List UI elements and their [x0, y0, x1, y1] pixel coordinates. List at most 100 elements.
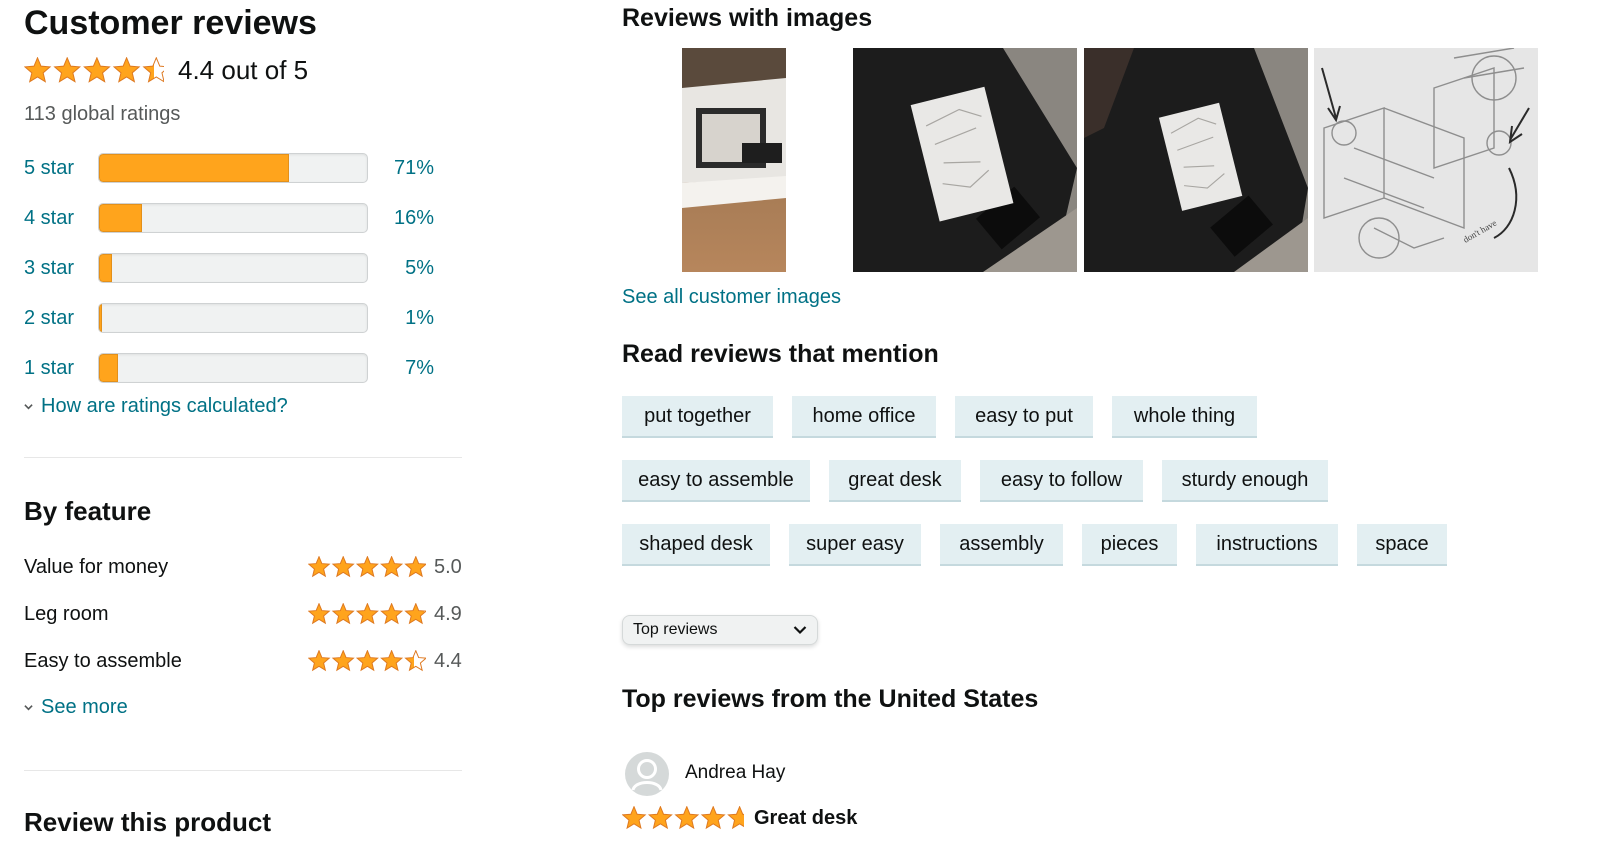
review-headline[interactable]: Great desk	[754, 807, 857, 830]
feature-row: Value for money 5.0	[24, 552, 464, 582]
feature-score: 4.4	[434, 649, 462, 672]
star-icon	[355, 650, 379, 672]
histogram-row-4-star[interactable]: 4 star 16%	[24, 202, 444, 234]
feature-rating-stars	[308, 650, 426, 672]
mention-chip[interactable]: pieces	[1082, 524, 1177, 566]
histogram-row-2-star[interactable]: 2 star 1%	[24, 302, 444, 334]
star-icon	[355, 603, 379, 625]
histogram-fill	[99, 254, 113, 282]
histogram-row-1-star[interactable]: 1 star 7%	[24, 352, 444, 384]
histogram-label[interactable]: 4 star	[24, 207, 98, 230]
histogram-percent[interactable]: 5%	[368, 257, 434, 280]
see-more-expander[interactable]: See more	[24, 696, 128, 719]
divider	[24, 457, 462, 458]
review-image-thumbnail[interactable]: don't have	[1314, 48, 1538, 272]
feature-name: Leg room	[24, 602, 109, 625]
feature-name: Easy to assemble	[24, 649, 182, 672]
mention-chip[interactable]: easy to follow	[980, 460, 1143, 502]
star-icon	[380, 603, 404, 625]
star-icon	[331, 650, 355, 672]
mention-chip[interactable]: home office	[792, 396, 936, 438]
star-icon	[380, 650, 404, 672]
star-icon	[700, 806, 726, 830]
top-reviews-heading: Top reviews from the United States	[622, 685, 1039, 713]
average-rating[interactable]: 4.4 out of 5	[24, 55, 308, 86]
histogram-bar[interactable]	[98, 153, 368, 183]
star-icon	[142, 57, 164, 83]
histogram-bar[interactable]	[98, 253, 368, 283]
feature-rating-stars	[308, 556, 426, 578]
mention-chip[interactable]: assembly	[940, 524, 1063, 566]
histogram-percent[interactable]: 1%	[368, 307, 434, 330]
chevron-down-icon	[24, 404, 33, 410]
see-all-customer-images-link[interactable]: See all customer images	[622, 286, 841, 309]
star-icon	[622, 806, 647, 830]
star-icon	[355, 556, 379, 578]
histogram-row-3-star[interactable]: 3 star 5%	[24, 252, 444, 284]
divider	[24, 770, 462, 771]
review-image-thumbnail[interactable]	[682, 48, 786, 272]
global-ratings-count: 113 global ratings	[24, 103, 181, 125]
histogram-row-5-star[interactable]: 5 star 71%	[24, 152, 444, 184]
customer-reviews-heading: Customer reviews	[24, 4, 317, 42]
review-title-row: Great desk	[622, 806, 857, 830]
feature-score: 4.9	[434, 602, 462, 625]
histogram-bar[interactable]	[98, 203, 368, 233]
star-icon	[83, 57, 111, 83]
reviewer-avatar[interactable]	[625, 752, 669, 796]
histogram-bar[interactable]	[98, 303, 368, 333]
read-reviews-that-mention-heading: Read reviews that mention	[622, 340, 939, 368]
review-image-thumbnail[interactable]	[853, 48, 1077, 272]
chevron-down-icon	[793, 626, 807, 635]
ratings-calculation-expander[interactable]: How are ratings calculated?	[24, 395, 288, 418]
histogram-percent[interactable]: 7%	[368, 357, 434, 380]
histogram-bar[interactable]	[98, 353, 368, 383]
star-icon	[308, 603, 331, 625]
star-icon	[308, 650, 331, 672]
reviewer-name[interactable]: Andrea Hay	[685, 762, 785, 784]
sort-selected-value: Top reviews	[633, 621, 718, 638]
feature-rating-stars	[308, 603, 426, 625]
histogram-label[interactable]: 2 star	[24, 307, 98, 330]
mention-chip[interactable]: easy to assemble	[622, 460, 810, 502]
see-more-link[interactable]: See more	[41, 696, 128, 719]
histogram-percent[interactable]: 71%	[368, 157, 434, 180]
average-rating-text: 4.4 out of 5	[178, 55, 309, 85]
star-icon	[404, 603, 426, 625]
histogram-label[interactable]: 3 star	[24, 257, 98, 280]
mention-chip[interactable]: space	[1357, 524, 1447, 566]
mention-chip[interactable]: shaped desk	[622, 524, 770, 566]
reviews-with-images-heading: Reviews with images	[622, 4, 873, 32]
review-rating-stars[interactable]	[622, 806, 744, 830]
star-icon	[331, 556, 355, 578]
mention-chip[interactable]: sturdy enough	[1162, 460, 1328, 502]
feature-name: Value for money	[24, 555, 169, 578]
star-icon	[647, 806, 673, 830]
chevron-down-icon	[24, 705, 33, 711]
average-rating-stars	[24, 57, 164, 83]
mention-chip[interactable]: super easy	[789, 524, 921, 566]
histogram-label[interactable]: 5 star	[24, 157, 98, 180]
histogram-percent[interactable]: 16%	[368, 207, 434, 230]
sort-reviews-dropdown[interactable]: Top reviews	[622, 615, 818, 645]
ratings-calculation-link[interactable]: How are ratings calculated?	[41, 395, 288, 418]
mention-chip[interactable]: easy to put	[955, 396, 1093, 438]
review-image-thumbnail[interactable]	[1084, 48, 1308, 272]
feature-score: 5.0	[434, 555, 462, 578]
histogram-label[interactable]: 1 star	[24, 357, 98, 380]
star-icon	[380, 556, 404, 578]
star-icon	[308, 556, 331, 578]
feature-row: Leg room 4.9	[24, 599, 464, 629]
mention-chip[interactable]: whole thing	[1112, 396, 1257, 438]
mention-chip[interactable]: great desk	[829, 460, 961, 502]
star-icon	[331, 603, 355, 625]
mention-chip[interactable]: instructions	[1196, 524, 1338, 566]
star-icon	[674, 806, 700, 830]
mention-chip[interactable]: put together	[622, 396, 773, 438]
star-icon	[727, 806, 744, 830]
histogram-fill	[99, 304, 102, 332]
histogram-fill	[99, 204, 142, 232]
star-icon	[112, 57, 141, 83]
star-icon	[404, 650, 426, 672]
star-icon	[53, 57, 82, 83]
